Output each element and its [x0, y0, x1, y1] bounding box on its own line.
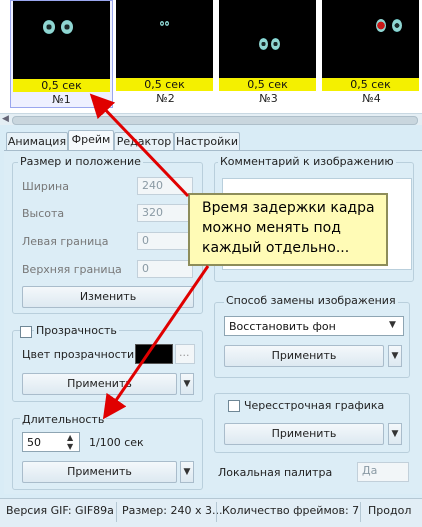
height-label: Высота: [22, 207, 65, 220]
frame-thumb-3[interactable]: 0,5 сек №3: [217, 0, 320, 108]
scrollbar-thumb[interactable]: [12, 116, 418, 125]
dropdown-arrow-icon: ▼: [183, 379, 191, 389]
status-size: Размер: 240 x 3...: [122, 504, 223, 517]
scroll-left-icon[interactable]: ◀: [2, 114, 9, 124]
status-duration: Продол: [368, 504, 412, 517]
apply-transparency-dropdown[interactable]: ▼: [180, 373, 194, 395]
left-border-field[interactable]: 0: [137, 232, 193, 250]
frame-thumb-4[interactable]: 0,5 сек №4: [320, 0, 422, 108]
stepper-arrows-icon[interactable]: ▲ ▼: [67, 433, 73, 451]
eye-icon: [160, 21, 164, 26]
frame-strip-scrollbar[interactable]: ◀: [0, 113, 422, 125]
frame-thumb-1[interactable]: 0,5 сек №1: [10, 0, 113, 108]
status-frame-count: Количество фреймов: 7: [222, 504, 360, 517]
apply-interlace-button[interactable]: Применить: [224, 423, 384, 445]
frame-number: №2: [156, 92, 175, 105]
apply-duration-button[interactable]: Применить: [22, 461, 177, 483]
transparency-color-label: Цвет прозрачности: [22, 348, 135, 361]
status-divider: [360, 502, 361, 522]
width-label: Ширина: [22, 180, 69, 193]
frame-delay: 0,5 сек: [322, 78, 419, 91]
eye-icon: [61, 20, 73, 34]
width-field[interactable]: 240: [137, 177, 193, 195]
top-border-label: Верхняя граница: [22, 263, 122, 276]
apply-duration-dropdown[interactable]: ▼: [180, 461, 194, 483]
interlace-checkbox[interactable]: [228, 400, 240, 412]
replace-method-select[interactable]: Восстановить фон ▼: [224, 316, 404, 336]
eye-icon: [376, 19, 386, 32]
apply-replace-button[interactable]: Применить: [224, 345, 384, 367]
duration-unit: 1/100 сек: [89, 436, 144, 449]
local-palette-label: Локальная палитра: [218, 466, 333, 479]
dropdown-arrow-icon: ▼: [391, 351, 399, 361]
tab-frame[interactable]: Фрейм: [68, 130, 114, 151]
height-field[interactable]: 320: [137, 204, 193, 222]
local-palette-field[interactable]: Да: [357, 462, 409, 482]
size-position-title: Размер и положение: [18, 155, 143, 168]
transparency-color-swatch[interactable]: [135, 344, 173, 364]
transparency-checkbox[interactable]: [20, 326, 32, 338]
dropdown-arrow-icon: ▼: [391, 429, 399, 439]
chevron-down-icon: ▼: [389, 320, 396, 330]
comment-title: Комментарий к изображению: [218, 155, 396, 168]
apply-replace-dropdown[interactable]: ▼: [388, 345, 402, 367]
transparency-title: Прозрачность: [34, 324, 119, 337]
annotation-callout: Время задержки кадра можно менять под ка…: [188, 193, 388, 266]
left-border-label: Левая граница: [22, 235, 109, 248]
status-divider: [116, 502, 117, 522]
eye-icon: [259, 38, 268, 50]
apply-interlace-dropdown[interactable]: ▼: [388, 423, 402, 445]
change-size-button[interactable]: Изменить: [22, 286, 194, 308]
frame-number: №4: [362, 92, 381, 105]
frame-strip: 0,5 сек №1 0,5 сек №2 0,5 сек №3 0,5 сек…: [0, 0, 422, 113]
tab-editor[interactable]: Редактор: [114, 132, 174, 150]
status-bar: Версия GIF: GIF89a Размер: 240 x 3... Ко…: [0, 498, 422, 527]
eye-icon: [43, 20, 55, 34]
frame-image: [219, 0, 316, 78]
tab-settings[interactable]: Настройки: [174, 132, 240, 150]
eye-icon: [165, 21, 169, 26]
duration-stepper[interactable]: 50 ▲ ▼: [22, 432, 80, 452]
status-version: Версия GIF: GIF89a: [6, 504, 114, 517]
top-border-field[interactable]: 0: [137, 260, 193, 278]
frame-delay: 0,5 сек: [116, 78, 213, 91]
interlace-title: Чересстрочная графика: [242, 399, 387, 412]
eye-icon: [271, 38, 280, 50]
apply-transparency-button[interactable]: Применить: [22, 373, 177, 395]
frame-delay: 0,5 сек: [13, 79, 110, 92]
frame-thumb-2[interactable]: 0,5 сек №2: [114, 0, 217, 108]
frame-delay: 0,5 сек: [219, 78, 316, 91]
duration-title: Длительность: [20, 413, 107, 426]
replace-method-title: Способ замены изображения: [224, 294, 398, 307]
frame-image: [116, 0, 213, 78]
frame-number: №1: [52, 93, 71, 106]
frame-image: [322, 0, 419, 78]
replace-method-value: Восстановить фон: [229, 320, 336, 333]
status-divider: [216, 502, 217, 522]
frame-image: [13, 1, 110, 79]
frame-number: №3: [259, 92, 278, 105]
tab-animation[interactable]: Анимация: [6, 132, 68, 150]
duration-value: 50: [27, 436, 41, 449]
color-picker-button[interactable]: ...: [175, 344, 195, 364]
eye-icon: [392, 19, 402, 32]
dropdown-arrow-icon: ▼: [183, 467, 191, 477]
